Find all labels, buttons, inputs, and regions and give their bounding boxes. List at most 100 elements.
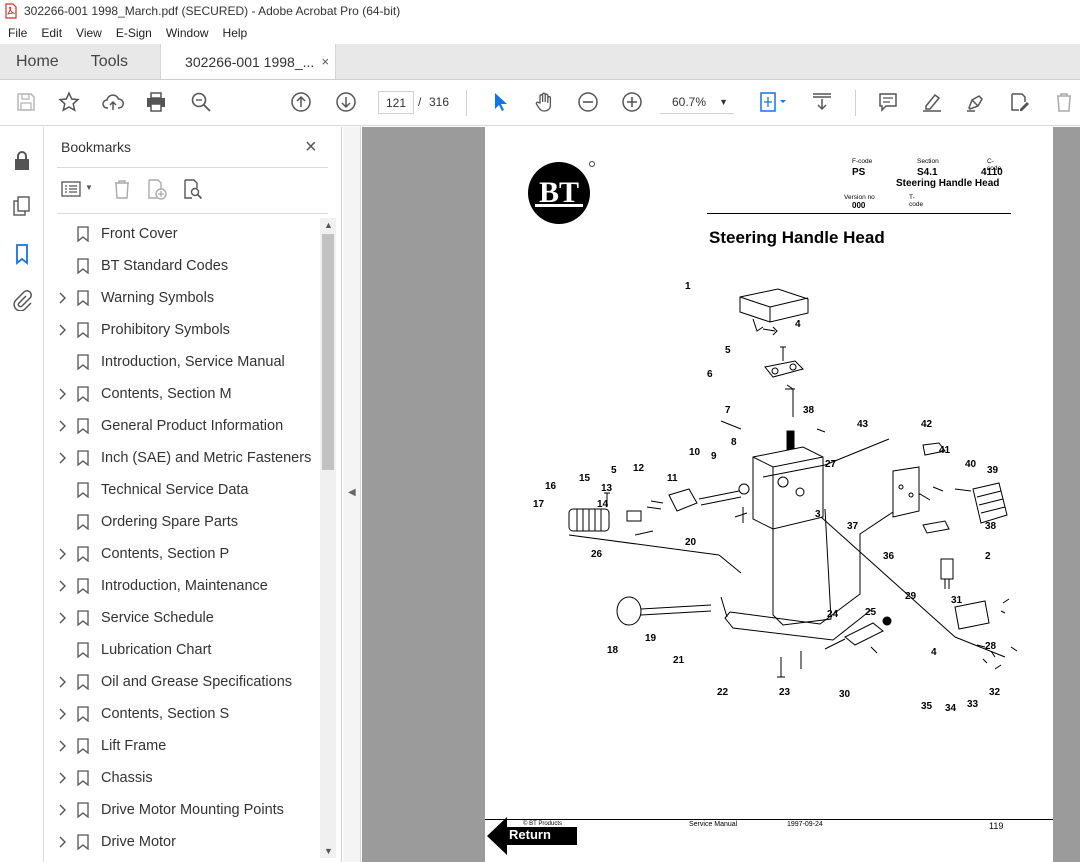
part-callout: 10 [689,447,701,458]
bookmark-item[interactable]: Front Cover [45,218,319,250]
panel-splitter[interactable]: ◀ [343,127,361,862]
lock-icon[interactable] [11,149,33,171]
bookmark-icon [77,514,89,530]
edit-pdf-icon[interactable] [1008,90,1032,114]
part-callout: 20 [685,537,697,548]
page-number-input[interactable] [378,91,414,114]
chevron-right-icon[interactable] [59,388,67,400]
part-callout: 37 [847,521,859,532]
scroll-down-icon[interactable]: ▼ [324,846,333,856]
bookmark-item[interactable]: Contents, Section M [45,378,319,410]
bookmarks-scrollbar[interactable]: ▲ ▼ [320,218,336,858]
find-bookmark-icon[interactable] [181,178,203,200]
bookmarks-panel-icon[interactable] [11,243,33,265]
tab-tools[interactable]: Tools [75,44,144,79]
part-callout: 38 [985,521,997,532]
attachments-icon[interactable] [11,289,33,311]
bookmark-item[interactable]: Oil and Grease Specifications [45,666,319,698]
bookmark-item[interactable]: Technical Service Data [45,474,319,506]
select-cursor-icon[interactable] [488,90,512,114]
hand-tool-icon[interactable] [532,90,556,114]
highlight-pen-icon[interactable] [920,90,944,114]
bookmark-item[interactable]: Lift Frame [45,730,319,762]
part-callout: 31 [951,595,963,606]
comment-icon[interactable] [876,90,900,114]
document-viewport[interactable]: BT F-code PS Section S4.1 C-code 4110 St… [362,127,1080,862]
part-callout: 4 [795,319,801,330]
bookmark-item[interactable]: Drive Motor Mounting Points [45,794,319,826]
chevron-right-icon[interactable] [59,708,67,720]
bookmark-item[interactable]: Ordering Spare Parts [45,506,319,538]
bookmark-item[interactable]: Prohibitory Symbols [45,314,319,346]
footer-date: 1997-09-24 [787,821,823,828]
bookmark-icon [77,322,89,338]
prev-page-icon[interactable] [289,90,313,114]
chevron-right-icon[interactable] [59,740,67,752]
fcode-label: F-code [852,158,873,165]
menu-esign[interactable]: E-Sign [116,26,152,40]
chevron-right-icon[interactable] [59,324,67,336]
tab-close-icon[interactable]: × [321,54,329,69]
scroll-up-icon[interactable]: ▲ [324,220,333,230]
star-bookmark-icon[interactable] [57,90,81,114]
chevron-right-icon[interactable] [59,420,67,432]
delete-bookmark-icon[interactable] [111,178,133,200]
delete-icon[interactable] [1052,90,1076,114]
new-bookmark-icon[interactable] [145,178,167,200]
bookmark-item[interactable]: Warning Symbols [45,282,319,314]
chevron-right-icon[interactable] [59,804,67,816]
chevron-right-icon[interactable] [59,580,67,592]
bookmark-item[interactable]: Lubrication Chart [45,634,319,666]
chevron-right-icon[interactable] [59,836,67,848]
zoom-search-icon[interactable] [189,90,213,114]
chevron-down-icon[interactable]: ▼ [85,183,93,192]
menu-help[interactable]: Help [223,26,248,40]
part-callout: 4 [931,647,937,658]
zoom-level-select[interactable]: 60.7% ▼ [660,91,734,114]
chevron-right-icon[interactable] [59,292,67,304]
menu-edit[interactable]: Edit [41,26,62,40]
bookmark-item[interactable]: Inch (SAE) and Metric Fasteners [45,442,319,474]
part-callout: 5 [611,465,617,476]
scrollbar-thumb[interactable] [322,234,334,470]
next-page-icon[interactable] [334,90,358,114]
bookmark-item[interactable]: BT Standard Codes [45,250,319,282]
chevron-right-icon[interactable] [59,452,67,464]
close-icon[interactable]: × [305,136,317,159]
bookmark-item[interactable]: Contents, Section S [45,698,319,730]
print-icon[interactable] [144,90,168,114]
scroll-mode-icon[interactable] [810,90,834,114]
sign-pen-icon[interactable] [964,90,988,114]
bookmark-item[interactable]: Contents, Section P [45,538,319,570]
fit-page-icon[interactable] [756,90,790,114]
footer-manual: Service Manual [689,821,738,828]
zoom-out-icon[interactable] [576,90,600,114]
upload-cloud-icon[interactable] [101,90,125,114]
bookmark-item[interactable]: Introduction, Maintenance [45,570,319,602]
bookmark-item[interactable]: Introduction, Service Manual [45,346,319,378]
part-callout: 13 [601,483,613,494]
chevron-right-icon[interactable] [59,548,67,560]
menu-window[interactable]: Window [166,26,209,40]
bookmark-icon [77,290,89,306]
bookmark-item[interactable]: Drive Motor [45,826,319,858]
tab-home[interactable]: Home [0,44,75,79]
part-callout: 5 [725,345,731,356]
menu-view[interactable]: View [76,26,102,40]
chevron-right-icon[interactable] [59,676,67,688]
save-icon[interactable] [14,90,38,114]
chevron-right-icon[interactable] [59,612,67,624]
bookmark-item[interactable]: Service Schedule [45,602,319,634]
chevron-right-icon[interactable] [59,772,67,784]
return-button-label[interactable]: Return [509,827,551,842]
tab-document[interactable]: 302266-001 1998_... × [160,44,337,79]
options-menu-icon[interactable] [61,181,81,197]
menu-file[interactable]: File [8,26,27,40]
page-thumbnails-icon[interactable] [11,195,33,217]
zoom-in-icon[interactable] [620,90,644,114]
part-callout: 21 [673,655,685,666]
bookmark-item[interactable]: Chassis [45,762,319,794]
collapse-panel-icon[interactable]: ◀ [348,487,356,498]
bookmark-item[interactable]: General Product Information [45,410,319,442]
bookmark-icon [77,674,89,690]
